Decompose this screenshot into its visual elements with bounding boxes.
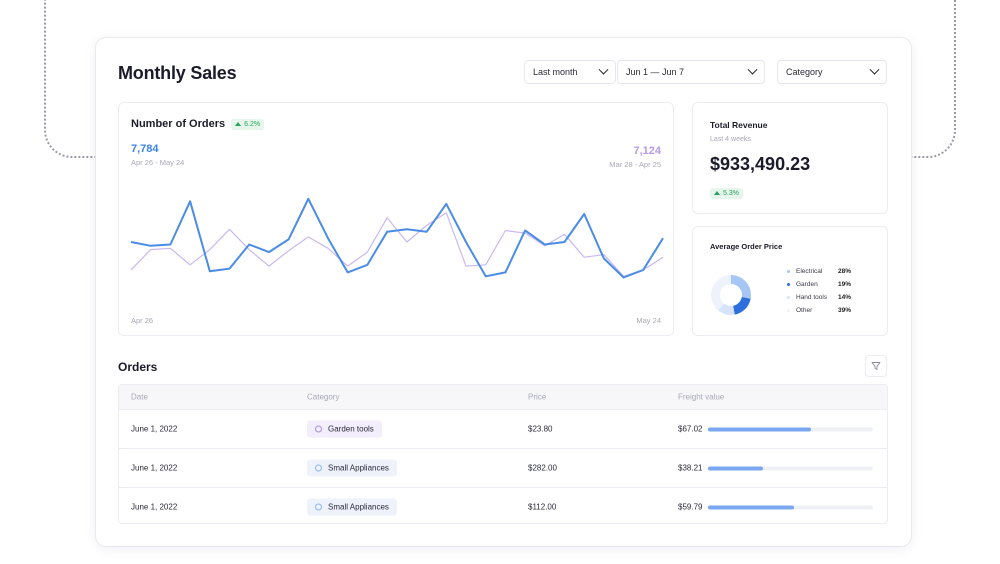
chevron-down-icon — [747, 64, 758, 75]
category-dot-icon — [315, 425, 322, 433]
table-row[interactable]: June 1, 2022 Garden tools $23.80 $67.02 — [119, 409, 887, 448]
period-select[interactable]: Last month — [524, 60, 616, 84]
table-row[interactable]: June 1, 2022 Small Appliances $112.00 $59.7… — [119, 487, 887, 523]
legend-item: Garden 19% — [787, 278, 851, 291]
revenue-change-value: 5.3% — [723, 189, 739, 197]
legend-label: Garden — [796, 281, 818, 288]
column-header-category[interactable]: Category — [307, 393, 339, 402]
category-chip: Garden tools — [307, 420, 382, 438]
category-dot-icon — [315, 503, 322, 511]
revenue-subtitle: Last 4 weeks — [710, 136, 751, 143]
order-price: $23.80 — [528, 424, 553, 434]
total-revenue-panel: Total Revenue Last 4 weeks $933,490.23 5… — [692, 102, 888, 214]
filter-icon — [871, 362, 881, 370]
legend-dot-icon — [787, 283, 790, 286]
freight-bar — [708, 427, 874, 432]
sales-dashboard-card: Monthly Sales Last month Jun 1 — Jun 7 C… — [96, 38, 911, 546]
order-date: June 1, 2022 — [131, 502, 178, 512]
orders-chart-panel: Number of Orders 6.2% 7,784 Apr 26 - May… — [118, 102, 674, 336]
legend-item: Electrical 28% — [787, 265, 851, 278]
donut-slice — [733, 297, 751, 315]
order-date: June 1, 2022 — [131, 463, 178, 473]
order-freight: $67.02 — [678, 424, 703, 434]
category-select-value: Category — [786, 67, 823, 77]
arrow-up-icon — [714, 191, 720, 195]
table-header: Date Category Price Freight value — [119, 385, 887, 409]
order-price: $282.00 — [528, 463, 557, 473]
period-select-value: Last month — [533, 67, 578, 77]
category-chip: Small Appliances — [307, 459, 397, 477]
chevron-down-icon — [598, 64, 609, 75]
freight-bar — [708, 505, 874, 510]
freight-bar — [708, 466, 874, 471]
legend-dot-icon — [787, 270, 790, 273]
freight-bar-fill — [708, 505, 795, 510]
revenue-value: $933,490.23 — [710, 154, 811, 174]
page-title: Monthly Sales — [118, 63, 237, 83]
revenue-change-badge: 5.3% — [710, 187, 743, 199]
avg-order-title: Average Order Price — [710, 242, 783, 251]
date-range-select[interactable]: Jun 1 — Jun 7 — [617, 60, 765, 84]
category-select[interactable]: Category — [777, 60, 887, 84]
legend-item: Hand tools 14% — [787, 291, 851, 304]
legend-value: 28% — [838, 268, 852, 275]
freight-bar-fill — [708, 427, 811, 432]
x-axis-start-label: Apr 26 — [131, 316, 154, 325]
donut-slice — [711, 275, 731, 311]
legend-dot-icon — [787, 309, 790, 312]
category-dot-icon — [315, 464, 322, 472]
chevron-down-icon — [869, 64, 880, 75]
table-row[interactable]: June 1, 2022 Small Appliances $282.00 $38.2… — [119, 448, 887, 487]
order-category: Small Appliances — [328, 502, 389, 512]
column-header-price[interactable]: Price — [528, 393, 546, 402]
legend-item: Other 39% — [787, 304, 851, 317]
legend-value: 14% — [838, 294, 852, 301]
order-freight: $38.21 — [678, 463, 703, 473]
previous-period-line — [130, 212, 664, 277]
table-body: June 1, 2022 Garden tools $23.80 $67.02 June… — [119, 409, 887, 523]
average-order-price-panel: Average Order Price Electrical 28% Garden 1… — [692, 226, 888, 336]
legend-label: Other — [796, 307, 813, 314]
revenue-title: Total Revenue — [710, 120, 768, 130]
donut-legend: Electrical 28% Garden 19% Hand tools 14% Other… — [787, 265, 851, 317]
orders-table: Date Category Price Freight value June 1… — [118, 384, 888, 524]
legend-label: Electrical — [796, 268, 823, 275]
category-chip: Small Appliances — [307, 498, 397, 516]
legend-value: 19% — [838, 281, 852, 288]
orders-line-chart — [130, 197, 664, 279]
date-range-value: Jun 1 — Jun 7 — [626, 67, 685, 77]
category-donut-chart — [711, 275, 751, 315]
freight-bar-fill — [708, 466, 763, 471]
order-category: Garden tools — [328, 424, 374, 434]
legend-label: Hand tools — [796, 294, 828, 301]
order-freight: $59.79 — [678, 502, 703, 512]
column-header-date[interactable]: Date — [131, 393, 148, 402]
orders-table-title: Orders — [118, 360, 158, 374]
legend-dot-icon — [787, 296, 790, 299]
filter-button[interactable] — [865, 355, 887, 377]
column-header-freight[interactable]: Freight value — [678, 393, 724, 402]
order-category: Small Appliances — [328, 463, 389, 473]
order-date: June 1, 2022 — [131, 424, 178, 434]
current-period-line — [130, 197, 664, 279]
order-price: $112.00 — [528, 502, 557, 512]
legend-value: 39% — [838, 307, 852, 314]
donut-slice — [731, 275, 751, 299]
x-axis-end-label: May 24 — [636, 316, 661, 325]
